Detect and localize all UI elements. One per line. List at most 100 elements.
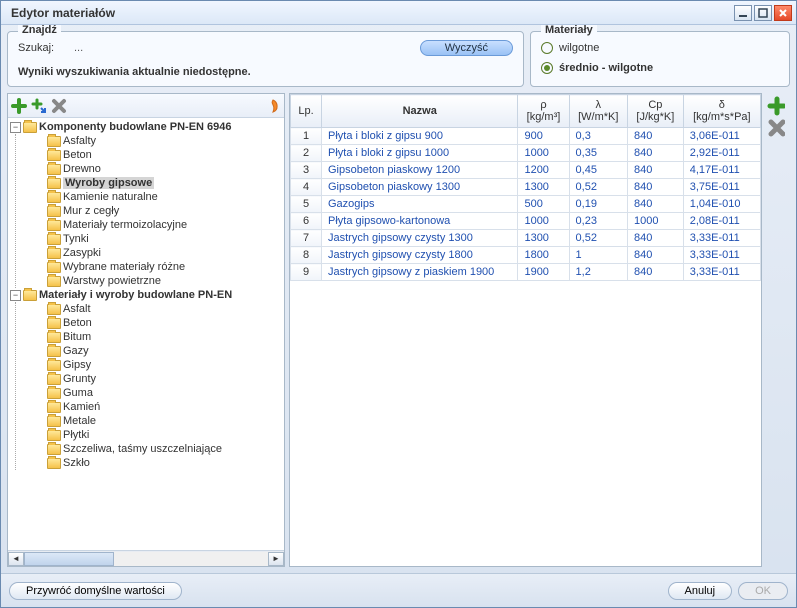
table-row[interactable]: 6Płyta gipsowo-kartonowa10000,2310002,08… (291, 213, 761, 230)
cell-name[interactable]: Gipsobeton piaskowy 1200 (322, 162, 518, 179)
table-row[interactable]: 8Jastrych gipsowy czysty 1800180018403,3… (291, 247, 761, 264)
col-cp[interactable]: Cp[J/kg*K] (627, 95, 683, 128)
cell-delta[interactable]: 3,75E-011 (683, 179, 760, 196)
cell-lp[interactable]: 8 (291, 247, 322, 264)
tree-item[interactable]: Asfalty (34, 134, 282, 148)
scroll-left-button[interactable]: ◄ (8, 552, 24, 566)
col-delta[interactable]: δ[kg/m*s*Pa] (683, 95, 760, 128)
cell-delta[interactable]: 3,33E-011 (683, 230, 760, 247)
tree-item[interactable]: Mur z cegły (34, 204, 282, 218)
col-rho[interactable]: ρ[kg/m³] (518, 95, 569, 128)
cell-rho[interactable]: 1900 (518, 264, 569, 281)
tree-item[interactable]: Tynki (34, 232, 282, 246)
cell-name[interactable]: Płyta gipsowo-kartonowa (322, 213, 518, 230)
cell-lp[interactable]: 1 (291, 128, 322, 145)
maximize-button[interactable] (754, 5, 772, 21)
tree-item[interactable]: Grunty (34, 372, 282, 386)
cell-lambda[interactable]: 0,23 (569, 213, 627, 230)
tree-item[interactable]: Beton (34, 316, 282, 330)
tree-hscrollbar[interactable]: ◄ ► (8, 550, 284, 566)
tree-item[interactable]: Guma (34, 386, 282, 400)
cell-lambda[interactable]: 1,2 (569, 264, 627, 281)
radio-srednio-wilgotne[interactable]: średnio - wilgotne (541, 60, 779, 76)
table-row[interactable]: 1Płyta i bloki z gipsu 9009000,38403,06E… (291, 128, 761, 145)
cell-delta[interactable]: 3,33E-011 (683, 264, 760, 281)
cell-delta[interactable]: 2,08E-011 (683, 213, 760, 230)
expand-toggle[interactable]: − (10, 122, 21, 133)
cell-lp[interactable]: 5 (291, 196, 322, 213)
cell-name[interactable]: Płyta i bloki z gipsu 900 (322, 128, 518, 145)
cell-lp[interactable]: 3 (291, 162, 322, 179)
tree-item[interactable]: Wyroby gipsowe (34, 176, 282, 190)
tree-item[interactable]: Warstwy powietrzne (34, 274, 282, 288)
cell-rho[interactable]: 1000 (518, 145, 569, 162)
radio-wilgotne[interactable]: wilgotne (541, 40, 779, 56)
tree-item[interactable]: Zasypki (34, 246, 282, 260)
tree-root-materialy[interactable]: −Materiały i wyroby budowlane PN-EN (10, 288, 282, 302)
cell-cp[interactable]: 840 (627, 196, 683, 213)
cell-lp[interactable]: 6 (291, 213, 322, 230)
table-row[interactable]: 4Gipsobeton piaskowy 130013000,528403,75… (291, 179, 761, 196)
col-name[interactable]: Nazwa (322, 95, 518, 128)
scroll-track[interactable] (24, 552, 268, 566)
cell-delta[interactable]: 1,04E-010 (683, 196, 760, 213)
cell-lambda[interactable]: 0,52 (569, 230, 627, 247)
col-lambda[interactable]: λ[W/m*K] (569, 95, 627, 128)
table-row[interactable]: 2Płyta i bloki z gipsu 100010000,358402,… (291, 145, 761, 162)
cell-name[interactable]: Jastrych gipsowy czysty 1800 (322, 247, 518, 264)
cell-rho[interactable]: 1300 (518, 179, 569, 196)
table-row[interactable]: 9Jastrych gipsowy z piaskiem 190019001,2… (291, 264, 761, 281)
table-row[interactable]: 5Gazogips5000,198401,04E-010 (291, 196, 761, 213)
cancel-button[interactable]: Anuluj (668, 582, 733, 600)
minimize-button[interactable] (734, 5, 752, 21)
tree-item[interactable]: Kamień (34, 400, 282, 414)
expand-toggle[interactable]: − (10, 290, 21, 301)
cell-lambda[interactable]: 0,35 (569, 145, 627, 162)
cell-delta[interactable]: 3,06E-011 (683, 128, 760, 145)
cell-name[interactable]: Jastrych gipsowy z piaskiem 1900 (322, 264, 518, 281)
cell-cp[interactable]: 840 (627, 264, 683, 281)
tree-item[interactable]: Kamienie naturalne (34, 190, 282, 204)
cell-delta[interactable]: 3,33E-011 (683, 247, 760, 264)
cell-delta[interactable]: 2,92E-011 (683, 145, 760, 162)
cell-name[interactable]: Płyta i bloki z gipsu 1000 (322, 145, 518, 162)
cell-cp[interactable]: 840 (627, 247, 683, 264)
delete-row-icon[interactable] (767, 119, 785, 137)
table-row[interactable]: 7Jastrych gipsowy czysty 130013000,52840… (291, 230, 761, 247)
add-row-icon[interactable] (767, 97, 785, 115)
tree-item[interactable]: Drewno (34, 162, 282, 176)
grid-scroll[interactable]: Lp. Nazwa ρ[kg/m³] λ[W/m*K] Cp[J/kg*K] δ… (289, 93, 762, 567)
cell-name[interactable]: Gazogips (322, 196, 518, 213)
cell-lp[interactable]: 4 (291, 179, 322, 196)
cell-name[interactable]: Gipsobeton piaskowy 1300 (322, 179, 518, 196)
cell-cp[interactable]: 1000 (627, 213, 683, 230)
cell-lambda[interactable]: 0,45 (569, 162, 627, 179)
tree-item[interactable]: Szkło (34, 456, 282, 470)
cell-name[interactable]: Jastrych gipsowy czysty 1300 (322, 230, 518, 247)
tree-item[interactable]: Bitum (34, 330, 282, 344)
cell-rho[interactable]: 1200 (518, 162, 569, 179)
tree-item[interactable]: Beton (34, 148, 282, 162)
close-button[interactable] (774, 5, 792, 21)
cell-cp[interactable]: 840 (627, 145, 683, 162)
cell-cp[interactable]: 840 (627, 128, 683, 145)
add-child-icon[interactable] (30, 97, 48, 115)
search-value[interactable]: ... (74, 42, 414, 54)
tree-item[interactable]: Płytki (34, 428, 282, 442)
tree-item[interactable]: Materiały termoizolacyjne (34, 218, 282, 232)
cell-lp[interactable]: 2 (291, 145, 322, 162)
tree-item[interactable]: Gazy (34, 344, 282, 358)
tree-item[interactable]: Szczeliwa, taśmy uszczelniające (34, 442, 282, 456)
tree-scroll[interactable]: −Komponenty budowlane PN-EN 6946AsfaltyB… (8, 118, 284, 550)
cell-lp[interactable]: 9 (291, 264, 322, 281)
col-lp[interactable]: Lp. (291, 95, 322, 128)
scroll-thumb[interactable] (24, 552, 114, 566)
cell-rho[interactable]: 1800 (518, 247, 569, 264)
cell-rho[interactable]: 1300 (518, 230, 569, 247)
cell-rho[interactable]: 900 (518, 128, 569, 145)
cell-rho[interactable]: 1000 (518, 213, 569, 230)
cell-cp[interactable]: 840 (627, 179, 683, 196)
scroll-right-button[interactable]: ► (268, 552, 284, 566)
cell-lambda[interactable]: 0,19 (569, 196, 627, 213)
cell-delta[interactable]: 4,17E-011 (683, 162, 760, 179)
